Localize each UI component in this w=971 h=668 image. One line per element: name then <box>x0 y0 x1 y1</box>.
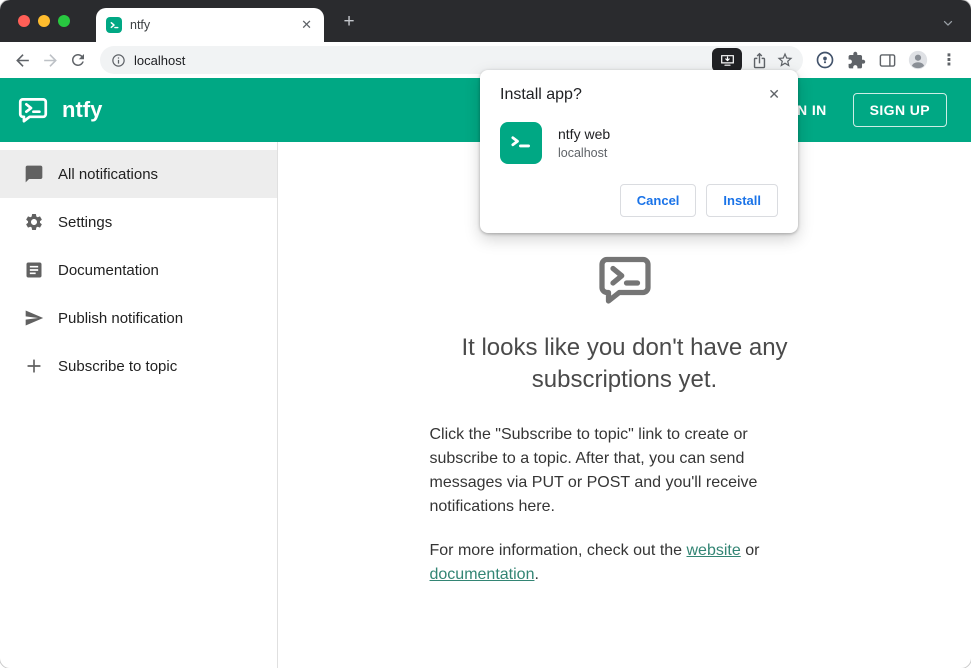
sidebar-item-label: All notifications <box>58 165 159 183</box>
dialog-actions: Cancel Install <box>500 184 778 217</box>
ntfy-logo-icon <box>16 93 50 127</box>
ntfy-empty-state-icon <box>593 250 657 310</box>
tab-close-icon[interactable]: ✕ <box>299 17 314 33</box>
sign-up-button[interactable]: SIGN UP <box>852 93 947 127</box>
empty-state-text: Click the "Subscribe to topic" link to c… <box>430 423 820 587</box>
cancel-button[interactable]: Cancel <box>619 184 697 217</box>
sidebar-item-label: Publish notification <box>58 309 184 327</box>
chat-bubble-icon <box>24 164 44 184</box>
more-info-middle: or <box>740 541 760 559</box>
sidebar-item-label: Documentation <box>58 261 159 279</box>
browser-menu-icon[interactable]: ⋮ <box>935 46 963 74</box>
gear-icon <box>24 212 44 232</box>
profile-avatar[interactable] <box>904 46 932 74</box>
new-tab-button[interactable]: + <box>336 9 362 35</box>
extensions-puzzle-icon[interactable] <box>842 46 870 74</box>
sidebar-item-label: Settings <box>58 213 113 231</box>
dialog-app-origin: localhost <box>558 146 608 160</box>
plus-icon <box>24 356 44 376</box>
fullscreen-window-button[interactable] <box>58 15 70 27</box>
documentation-link[interactable]: documentation <box>430 566 535 583</box>
minimize-window-button[interactable] <box>38 15 50 27</box>
sidebar-item-subscribe-to-topic[interactable]: Subscribe to topic <box>0 342 277 390</box>
dialog-app-info: ntfy web localhost <box>500 122 778 164</box>
sidebar-item-publish-notification[interactable]: Publish notification <box>0 294 277 342</box>
empty-state-heading: It looks like you don't have any subscri… <box>461 334 788 394</box>
forward-button[interactable] <box>36 46 64 74</box>
tab-strip: ntfy ✕ + <box>0 0 971 42</box>
sidebar-item-settings[interactable]: Settings <box>0 198 277 246</box>
brand-title: ntfy <box>62 97 103 122</box>
article-icon <box>24 260 44 280</box>
more-info-suffix: . <box>534 565 539 583</box>
browser-window: ntfy ✕ + localhost ⋮ ntfy SIGN IN SIGN U… <box>0 0 971 668</box>
browser-tab-ntfy[interactable]: ntfy ✕ <box>96 8 324 42</box>
more-info-paragraph: For more information, check out the webs… <box>430 539 820 587</box>
send-icon <box>24 308 44 328</box>
dialog-close-icon[interactable]: ✕ <box>764 82 784 107</box>
sidebar-item-documentation[interactable]: Documentation <box>0 246 277 294</box>
toolbar-extensions-area: ⋮ <box>811 46 963 74</box>
site-info-icon[interactable] <box>111 53 126 68</box>
sidebar: All notifications Settings Documentation… <box>0 142 278 668</box>
address-text: localhost <box>134 52 186 68</box>
dialog-app-name: ntfy web <box>558 126 611 142</box>
install-app-icon[interactable] <box>712 48 742 72</box>
dialog-title: Install app? <box>500 86 582 103</box>
sidebar-item-label: Subscribe to topic <box>58 357 178 375</box>
side-panel-icon[interactable] <box>873 46 901 74</box>
window-controls <box>18 15 70 27</box>
close-window-button[interactable] <box>18 15 30 27</box>
dialog-app-text: ntfy web localhost <box>558 126 610 160</box>
install-button[interactable]: Install <box>706 184 778 217</box>
sidebar-item-all-notifications[interactable]: All notifications <box>0 150 277 198</box>
ntfy-favicon <box>106 17 122 33</box>
empty-state-paragraph: Click the "Subscribe to topic" link to c… <box>429 425 758 515</box>
more-info-prefix: For more information, check out the <box>429 541 687 559</box>
back-button[interactable] <box>8 46 36 74</box>
ntfy-app-icon <box>500 122 542 164</box>
tab-list-chevron-icon[interactable] <box>941 16 955 30</box>
password-manager-extension-icon[interactable] <box>811 46 839 74</box>
website-link[interactable]: website <box>687 542 741 559</box>
tab-title: ntfy <box>130 18 151 32</box>
install-app-dialog: Install app? ✕ ntfy web localhost Cancel… <box>480 70 798 233</box>
reload-button[interactable] <box>64 46 92 74</box>
